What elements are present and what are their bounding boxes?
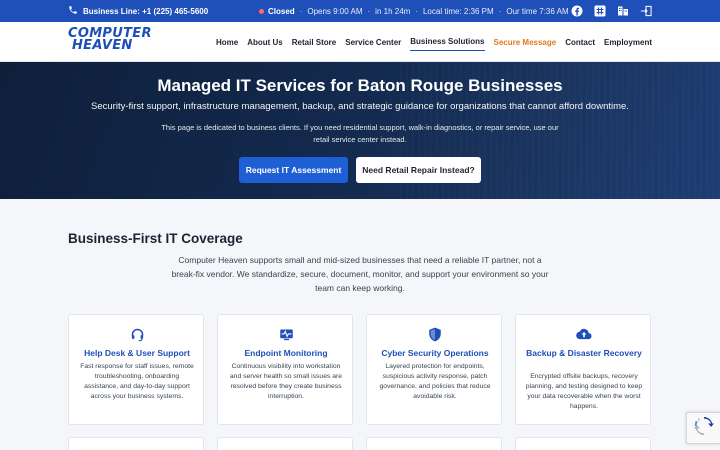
- service-card-help-desk[interactable]: Help Desk & User Support Fast response f…: [68, 314, 204, 425]
- card-title: Endpoint Monitoring: [244, 348, 328, 358]
- top-info-bar: Business Line: +1 (225) 465-5600 Closed …: [0, 0, 720, 22]
- nav-secure-message[interactable]: Secure Message: [494, 34, 557, 51]
- nav-home[interactable]: Home: [216, 34, 238, 51]
- recaptcha-badge[interactable]: [686, 412, 720, 444]
- coverage-intro: Computer Heaven supports small and mid-s…: [171, 255, 549, 293]
- business-phone-link[interactable]: Business Line: +1 (225) 465-5600: [68, 0, 208, 22]
- service-card-partial[interactable]: [68, 437, 204, 450]
- business-icon[interactable]: [617, 5, 629, 17]
- phone-icon: [68, 5, 78, 17]
- service-card-partial[interactable]: [366, 437, 502, 450]
- business-phone-text: Business Line: +1 (225) 465-5600: [83, 6, 209, 16]
- service-card-endpoint-monitoring[interactable]: Endpoint Monitoring Continuous visibilit…: [217, 314, 353, 425]
- card-title: Cyber Security Operations: [381, 348, 489, 358]
- nav-retail-store[interactable]: Retail Store: [292, 34, 336, 51]
- card-description: Continuous visibility into workstation a…: [229, 363, 343, 400]
- status-label: Closed: [268, 6, 295, 16]
- card-description: Encrypted offsite backups, recovery plan…: [525, 373, 643, 410]
- coverage-heading: Business-First IT Coverage: [68, 231, 243, 246]
- facebook-icon[interactable]: [571, 5, 583, 17]
- hero-title: Managed IT Services for Baton Rouge Busi…: [157, 76, 563, 95]
- store-status: Closed · Opens 9:00 AM · in 1h 24m · Loc…: [259, 0, 569, 22]
- card-description: Fast response for staff issues, remote t…: [80, 363, 194, 400]
- login-icon[interactable]: [640, 5, 652, 17]
- nav-about-us[interactable]: About Us: [247, 34, 283, 51]
- nav-service-center[interactable]: Service Center: [345, 34, 401, 51]
- coverage-section: Business-First IT Coverage Computer Heav…: [0, 199, 720, 450]
- our-time: Our time 7:36 AM: [506, 6, 569, 16]
- local-time: Local time: 2:36 PM: [422, 6, 494, 16]
- opens-time: Opens 9:00 AM: [307, 6, 363, 16]
- opens-countdown: in 1h 24m: [375, 6, 411, 16]
- service-card-cyber-security[interactable]: Cyber Security Operations Layered protec…: [366, 314, 502, 425]
- main-nav: Home About Us Retail Store Service Cente…: [216, 22, 652, 62]
- nav-business-solutions[interactable]: Business Solutions: [410, 33, 485, 51]
- hashtag-icon[interactable]: [594, 5, 606, 17]
- request-assessment-button[interactable]: Request IT Assessment: [239, 157, 348, 183]
- service-card-partial[interactable]: [217, 437, 353, 450]
- cloud-upload-icon: [516, 327, 652, 343]
- nav-employment[interactable]: Employment: [604, 34, 652, 51]
- logo-line-2: HEAVEN: [72, 38, 133, 53]
- hero-subtitle: Security-first support, infrastructure m…: [91, 101, 629, 112]
- card-title: Backup & Disaster Recovery: [526, 348, 642, 358]
- retail-repair-button[interactable]: Need Retail Repair Instead?: [356, 157, 481, 183]
- shield-icon: [367, 327, 503, 343]
- card-title: Help Desk & User Support: [84, 348, 190, 358]
- site-header: COMPUTER HEAVEN Home About Us Retail Sto…: [0, 22, 720, 62]
- topbar-icons: [571, 0, 652, 22]
- hero-section: Managed IT Services for Baton Rouge Busi…: [0, 62, 720, 199]
- monitor-pulse-icon: [218, 327, 354, 343]
- service-card-partial[interactable]: [515, 437, 651, 450]
- status-dot-icon: [259, 8, 264, 14]
- card-description: Layered protection for endpoints, suspic…: [379, 363, 491, 400]
- site-logo[interactable]: COMPUTER HEAVEN: [68, 27, 160, 56]
- headset-icon: [69, 327, 205, 343]
- service-card-backup-recovery[interactable]: Backup & Disaster Recovery Encrypted off…: [515, 314, 651, 425]
- recaptcha-icon: [693, 416, 714, 441]
- hero-note: This page is dedicated to business clien…: [161, 123, 559, 144]
- nav-contact[interactable]: Contact: [565, 34, 595, 51]
